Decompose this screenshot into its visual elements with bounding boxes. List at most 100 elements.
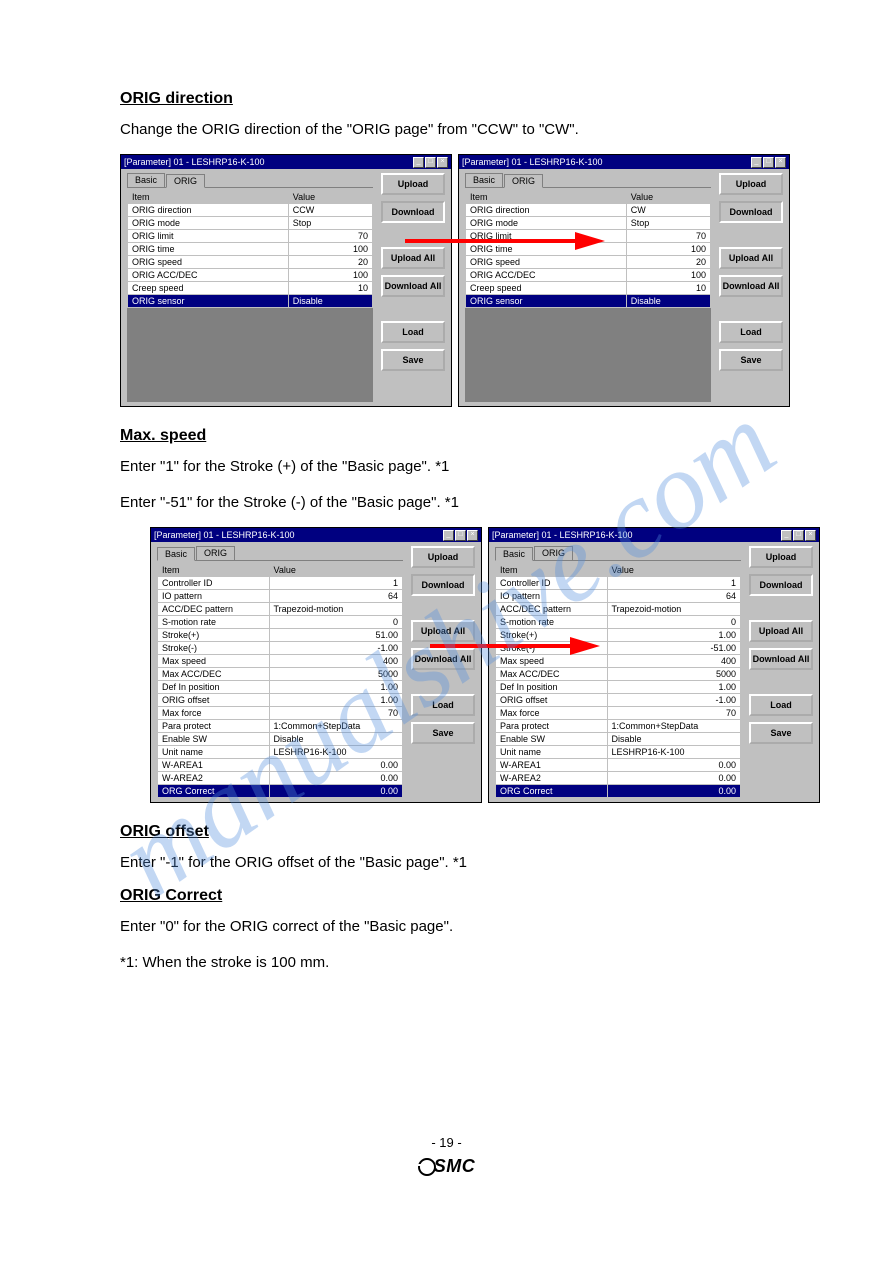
smc-logo-text: SMC: [434, 1156, 476, 1176]
download-button[interactable]: Download: [719, 201, 783, 223]
upload-all-button[interactable]: Upload All: [749, 620, 813, 642]
table-row[interactable]: Max ACC/DEC5000: [158, 668, 403, 681]
body-text-s1: Change the ORIG direction of the "ORIG p…: [120, 118, 833, 142]
table-row[interactable]: IO pattern64: [496, 590, 741, 603]
save-button[interactable]: Save: [749, 722, 813, 744]
tab-orig[interactable]: ORIG: [196, 546, 235, 560]
close-icon[interactable]: ×: [805, 530, 816, 541]
table-row[interactable]: Def In position1.00: [496, 681, 741, 694]
tab-basic[interactable]: Basic: [495, 547, 533, 561]
body-text-s3: Enter "-1" for the ORIG offset of the "B…: [120, 851, 833, 875]
table-row[interactable]: ORIG ACC/DEC100: [466, 269, 711, 282]
download-all-button[interactable]: Download All: [381, 275, 445, 297]
table-row[interactable]: Para protect1:Common+StepData: [496, 720, 741, 733]
table-row[interactable]: Max force70: [496, 707, 741, 720]
table-row[interactable]: W-AREA20.00: [496, 772, 741, 785]
window-title: [Parameter] 01 - LESHRP16-K-100: [154, 530, 295, 540]
body-text-s2a: Enter "1" for the Stroke (+) of the "Bas…: [120, 455, 833, 479]
upload-button[interactable]: Upload: [411, 546, 475, 568]
parameter-window-before-orig: [Parameter] 01 - LESHRP16-K-100 _ □ × Ba…: [120, 154, 452, 407]
minimize-icon[interactable]: _: [781, 530, 792, 541]
table-row[interactable]: Max speed400: [158, 655, 403, 668]
upload-all-button[interactable]: Upload All: [719, 247, 783, 269]
table-row[interactable]: ORIG time100: [128, 243, 373, 256]
load-button[interactable]: Load: [749, 694, 813, 716]
table-row[interactable]: ACC/DEC patternTrapezoid-motion: [496, 603, 741, 616]
download-button[interactable]: Download: [411, 574, 475, 596]
table-row[interactable]: W-AREA10.00: [158, 759, 403, 772]
table-row[interactable]: Max ACC/DEC5000: [496, 668, 741, 681]
table-row[interactable]: S-motion rate0: [158, 616, 403, 629]
table-row[interactable]: Enable SWDisable: [496, 733, 741, 746]
table-row[interactable]: ORIG modeStop: [128, 217, 373, 230]
maximize-icon[interactable]: □: [763, 157, 774, 168]
save-button[interactable]: Save: [381, 349, 445, 371]
table-row[interactable]: Stroke(-)-1.00: [158, 642, 403, 655]
section-title-orig-direction: ORIG direction: [120, 90, 833, 108]
table-row[interactable]: Max force70: [158, 707, 403, 720]
table-row[interactable]: ORIG speed20: [128, 256, 373, 269]
download-button[interactable]: Download: [381, 201, 445, 223]
table-row[interactable]: W-AREA20.00: [158, 772, 403, 785]
table-row[interactable]: Creep speed10: [128, 282, 373, 295]
table-row[interactable]: ORIG directionCCW: [128, 204, 373, 217]
table-row[interactable]: ORIG limit70: [128, 230, 373, 243]
upload-button[interactable]: Upload: [719, 173, 783, 195]
close-icon[interactable]: ×: [775, 157, 786, 168]
table-row[interactable]: Para protect1:Common+StepData: [158, 720, 403, 733]
minimize-icon[interactable]: _: [751, 157, 762, 168]
upload-button[interactable]: Upload: [381, 173, 445, 195]
section-title-orig-correct: ORIG Correct: [120, 887, 833, 905]
window-title: [Parameter] 01 - LESHRP16-K-100: [124, 157, 265, 167]
table-row[interactable]: W-AREA10.00: [496, 759, 741, 772]
tab-basic[interactable]: Basic: [157, 547, 195, 561]
table-row[interactable]: Enable SWDisable: [158, 733, 403, 746]
arrow-right-icon: [405, 226, 605, 256]
close-icon[interactable]: ×: [437, 157, 448, 168]
save-button[interactable]: Save: [411, 722, 475, 744]
basic-table-before: ItemValueController ID1IO pattern64ACC/D…: [157, 563, 403, 798]
table-row[interactable]: ORIG offset-1.00: [496, 694, 741, 707]
table-row[interactable]: ORG Correct0.00: [496, 785, 741, 798]
tab-basic[interactable]: Basic: [127, 173, 165, 187]
upload-button[interactable]: Upload: [749, 546, 813, 568]
save-button[interactable]: Save: [719, 349, 783, 371]
table-row[interactable]: Unit nameLESHRP16-K-100: [496, 746, 741, 759]
table-row[interactable]: S-motion rate0: [496, 616, 741, 629]
parameter-window-after-orig: [Parameter] 01 - LESHRP16-K-100 _ □ × Ba…: [458, 154, 790, 407]
table-row[interactable]: Def In position1.00: [158, 681, 403, 694]
table-row[interactable]: Controller ID1: [496, 577, 741, 590]
tab-orig[interactable]: ORIG: [166, 174, 205, 188]
download-all-button[interactable]: Download All: [719, 275, 783, 297]
titlebar: [Parameter] 01 - LESHRP16-K-100 _ □ ×: [151, 528, 481, 542]
maximize-icon[interactable]: □: [455, 530, 466, 541]
load-button[interactable]: Load: [381, 321, 445, 343]
table-row[interactable]: ORIG sensorDisable: [466, 295, 711, 308]
tab-orig[interactable]: ORIG: [534, 546, 573, 560]
maximize-icon[interactable]: □: [425, 157, 436, 168]
minimize-icon[interactable]: _: [413, 157, 424, 168]
smc-logo-icon: [418, 1158, 434, 1174]
table-row[interactable]: ORIG directionCW: [466, 204, 711, 217]
basic-table-after: ItemValueController ID1IO pattern64ACC/D…: [495, 563, 741, 798]
table-row[interactable]: IO pattern64: [158, 590, 403, 603]
load-button[interactable]: Load: [411, 694, 475, 716]
close-icon[interactable]: ×: [467, 530, 478, 541]
table-row[interactable]: ORIG offset1.00: [158, 694, 403, 707]
table-row[interactable]: Creep speed10: [466, 282, 711, 295]
table-row[interactable]: Controller ID1: [158, 577, 403, 590]
tab-orig[interactable]: ORIG: [504, 174, 543, 188]
load-button[interactable]: Load: [719, 321, 783, 343]
table-row[interactable]: Stroke(+)51.00: [158, 629, 403, 642]
table-row[interactable]: ORIG speed20: [466, 256, 711, 269]
table-row[interactable]: ACC/DEC patternTrapezoid-motion: [158, 603, 403, 616]
minimize-icon[interactable]: _: [443, 530, 454, 541]
tab-basic[interactable]: Basic: [465, 173, 503, 187]
table-row[interactable]: Unit nameLESHRP16-K-100: [158, 746, 403, 759]
table-row[interactable]: ORG Correct0.00: [158, 785, 403, 798]
download-button[interactable]: Download: [749, 574, 813, 596]
download-all-button[interactable]: Download All: [749, 648, 813, 670]
table-row[interactable]: ORIG sensorDisable: [128, 295, 373, 308]
table-row[interactable]: ORIG ACC/DEC100: [128, 269, 373, 282]
maximize-icon[interactable]: □: [793, 530, 804, 541]
